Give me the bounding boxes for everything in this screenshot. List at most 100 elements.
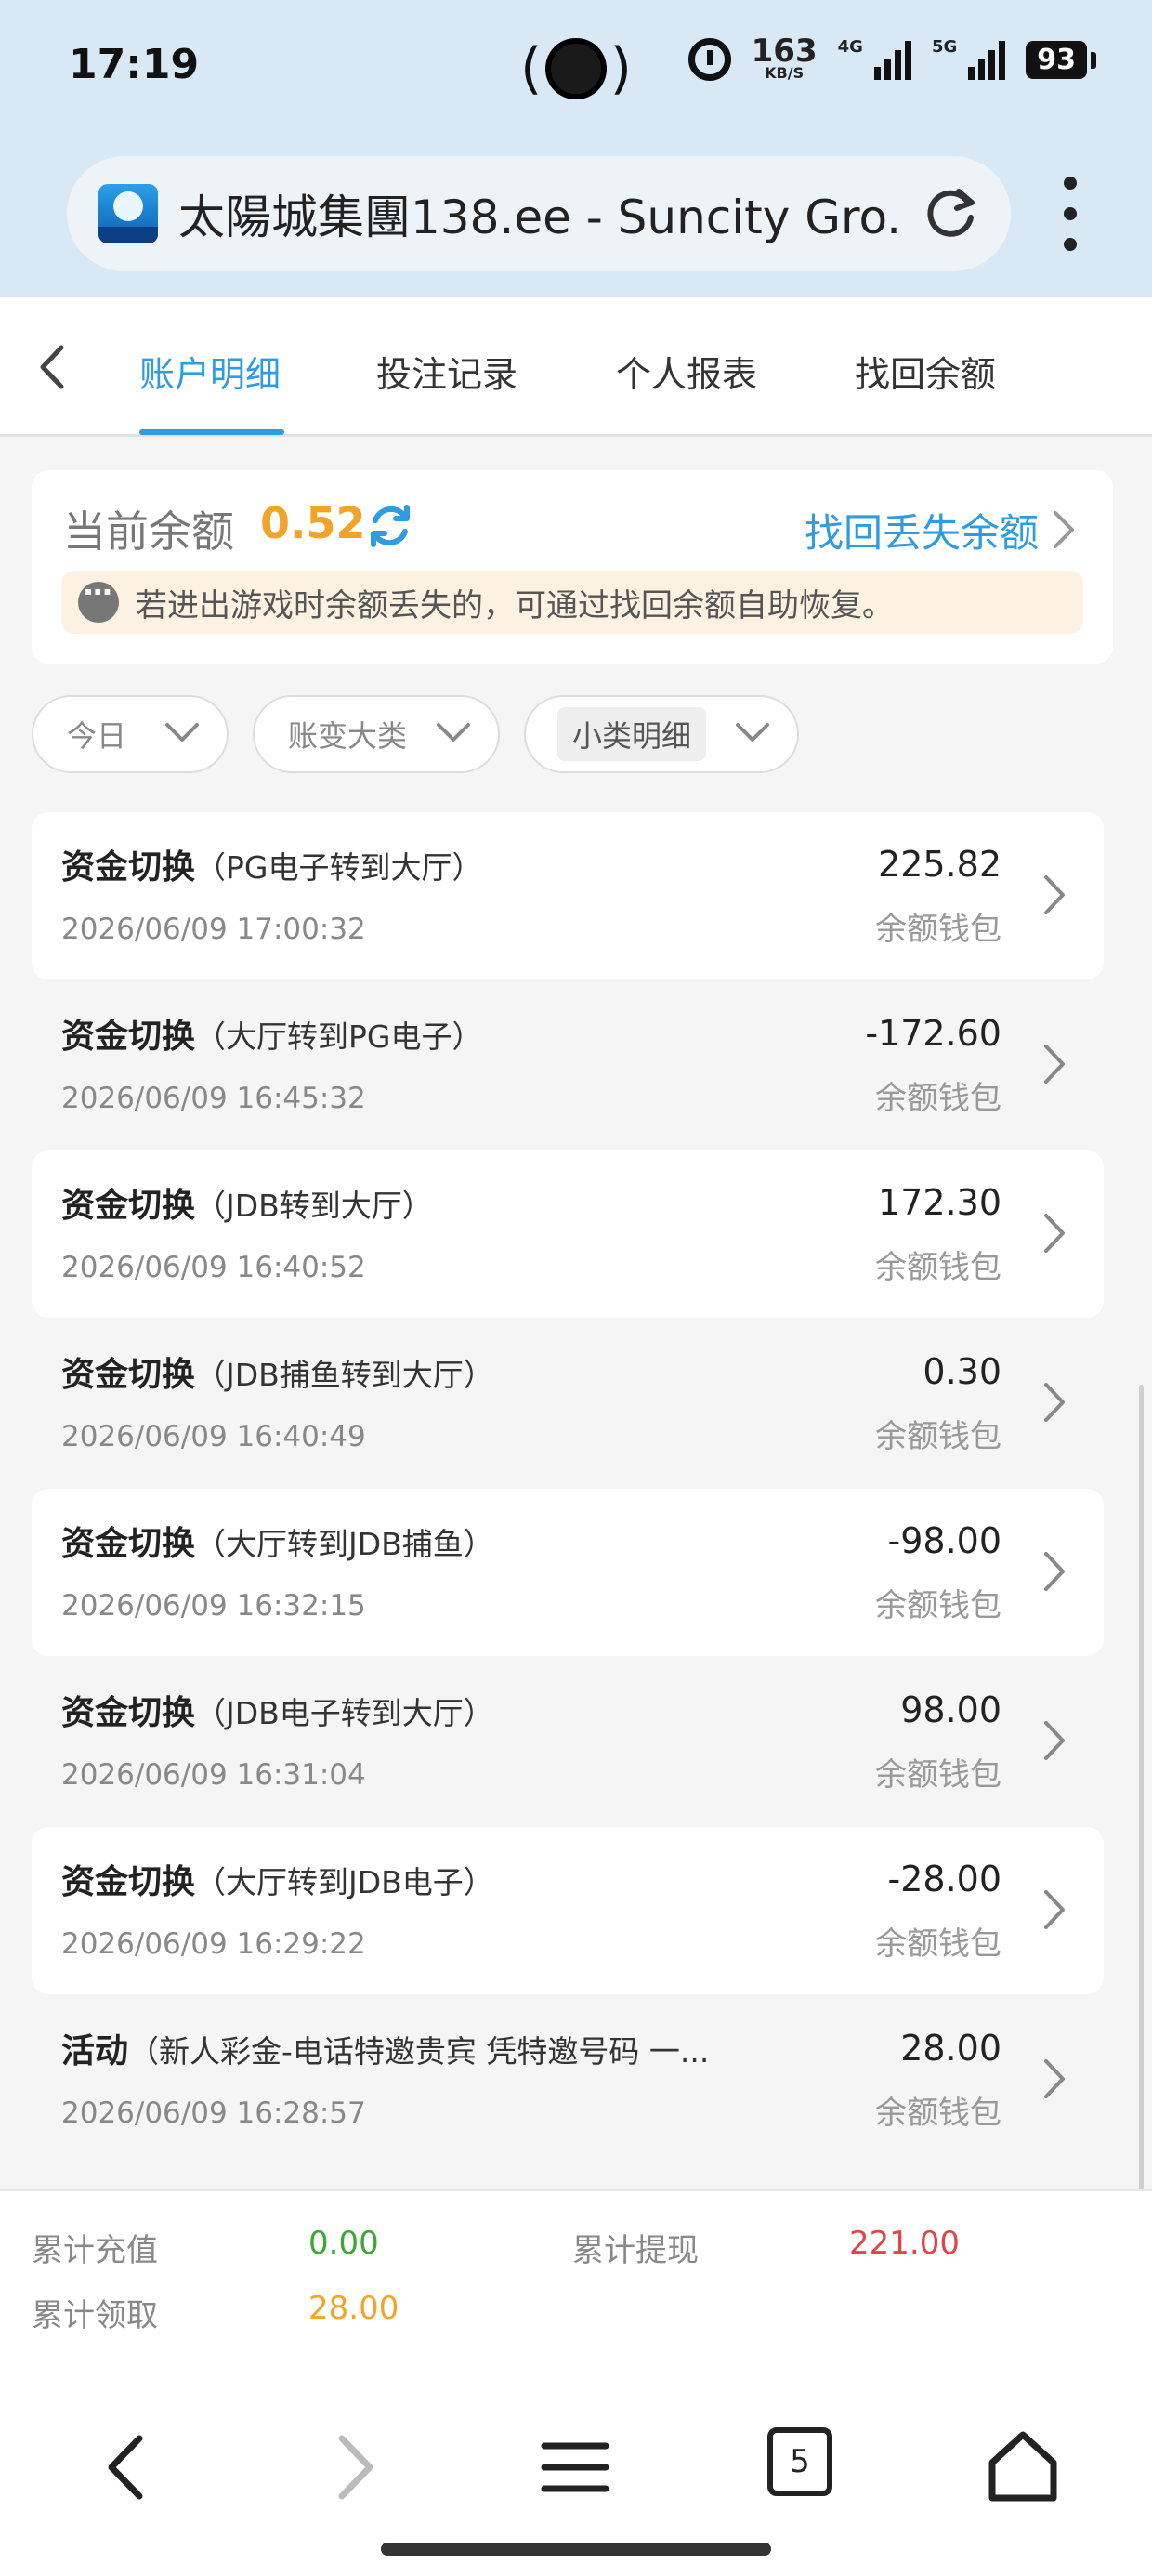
list-item[interactable]: 资金切换（大厅转到JDB电子） 2026/06/09 16:29:22 -28.00… — [32, 1827, 1104, 1994]
record-wallet: 余额钱包 — [875, 1080, 1001, 1117]
status-icons: 163 KB/S 4G 5G 93 — [687, 33, 1096, 82]
chevron-right-icon[interactable] — [1041, 1210, 1068, 1256]
record-time: 2026/06/09 17:00:32 — [61, 913, 366, 946]
record-wallet: 余额钱包 — [875, 911, 1001, 948]
record-type: 资金切换 — [61, 1694, 196, 1732]
filter-date[interactable]: 今日 — [32, 695, 229, 773]
chevron-right-icon[interactable] — [1050, 509, 1078, 550]
record-amount: -28.00 — [887, 1859, 1002, 1899]
status-time: 17:19 — [69, 41, 200, 88]
filter-subcategory[interactable]: 小类明细 — [524, 695, 799, 773]
record-detail: （大厅转到PG电子） — [195, 1019, 483, 1055]
chat-bubble-icon — [78, 574, 119, 623]
record-type: 资金切换 — [61, 1863, 196, 1901]
list-item[interactable]: 资金切换（大厅转到JDB捕鱼） 2026/06/09 16:32:15 -98.00… — [32, 1489, 1104, 1656]
list-item[interactable]: 资金切换（PG电子转到大厅） 2026/06/09 17:00:32 225.82 余… — [32, 812, 1104, 979]
record-detail: （JDB转到大厅） — [195, 1188, 433, 1224]
record-detail: （大厅转到JDB电子） — [195, 1864, 494, 1900]
refresh-balance-icon[interactable] — [364, 500, 416, 552]
chevron-down-icon — [437, 723, 470, 742]
record-amount: 172.30 — [878, 1182, 1001, 1223]
record-title: 资金切换（大厅转到JDB电子） — [61, 1855, 494, 1903]
record-time: 2026/06/09 16:28:57 — [61, 2096, 366, 2130]
tab-bar: 账户明细 投注记录 个人报表 找回余额 — [0, 297, 1152, 437]
home-indicator — [381, 2543, 771, 2556]
chevron-right-icon[interactable] — [1041, 1717, 1068, 1764]
record-wallet: 余额钱包 — [875, 1418, 1001, 1455]
network-speed-unit: KB/S — [765, 64, 805, 82]
network-speed-value: 163 — [751, 33, 818, 70]
chevron-right-icon[interactable] — [1041, 872, 1068, 918]
site-logo-icon — [98, 184, 158, 243]
notice-text: 若进出游戏时余额丢失的，可通过找回余额自助恢复。 — [136, 586, 894, 624]
record-title: 资金切换（大厅转到JDB捕鱼） — [61, 1517, 494, 1565]
back-icon[interactable] — [87, 2425, 171, 2509]
list-item[interactable]: 活动（新人彩金-电话特邀贵宾 凭特邀号码 一... 2026/06/09 16:2… — [32, 1996, 1104, 2163]
tab-recover-balance[interactable]: 找回余额 — [855, 346, 996, 397]
network-speed: 163 KB/S — [751, 33, 818, 82]
record-title: 资金切换（大厅转到PG电子） — [61, 1009, 483, 1058]
record-type: 资金切换 — [61, 1525, 196, 1563]
record-type: 资金切换 — [61, 848, 196, 887]
record-amount: 98.00 — [900, 1689, 1001, 1730]
menu-icon[interactable] — [533, 2425, 617, 2509]
balance-card: 当前余额 0.52 找回丢失余额 若进出游戏时余额丢失的，可通过找回余额自助恢复… — [32, 470, 1113, 664]
record-detail: （JDB电子转到大厅） — [195, 1695, 494, 1731]
list-item[interactable]: 资金切换（JDB转到大厅） 2026/06/09 16:40:52 172.30 余额… — [32, 1150, 1104, 1318]
record-title: 活动（新人彩金-电话特邀贵宾 凭特邀号码 一... — [61, 2024, 709, 2072]
total-recharge-value: 0.00 — [308, 2225, 379, 2262]
list-item[interactable]: 资金切换（大厅转到PG电子） 2026/06/09 16:45:32 -172.60… — [32, 981, 1104, 1149]
chevron-right-icon[interactable] — [1041, 2056, 1068, 2102]
record-type: 活动 — [61, 2032, 129, 2070]
forward-icon[interactable] — [310, 2425, 394, 2509]
balance-notice: 若进出游戏时余额丢失的，可通过找回余额自助恢复。 — [61, 571, 1083, 634]
record-title: 资金切换（JDB捕鱼转到大厅） — [61, 1347, 494, 1396]
list-item[interactable]: 资金切换（JDB电子转到大厅） 2026/06/09 16:31:04 98.00 余… — [32, 1658, 1104, 1825]
record-time: 2026/06/09 16:31:04 — [61, 1758, 366, 1792]
alarm-icon — [687, 38, 731, 81]
record-type: 资金切换 — [61, 1018, 196, 1056]
filter-subcategory-label: 小类明细 — [557, 707, 707, 761]
reload-icon[interactable] — [922, 184, 979, 242]
record-amount: 28.00 — [900, 2028, 1001, 2069]
more-menu-icon[interactable] — [1059, 177, 1081, 251]
balance-label: 当前余额 — [63, 506, 234, 557]
record-detail: （大厅转到JDB捕鱼） — [195, 1526, 494, 1562]
home-icon[interactable] — [981, 2425, 1065, 2509]
record-wallet: 余额钱包 — [875, 1249, 1001, 1286]
net-4g-label: 4G — [837, 37, 863, 57]
total-withdraw-value: 221.00 — [849, 2225, 960, 2262]
tab-bet-records[interactable]: 投注记录 — [376, 346, 517, 397]
list-item[interactable]: 资金切换（JDB捕鱼转到大厅） 2026/06/09 16:40:49 0.30 余额… — [32, 1320, 1104, 1487]
chevron-down-icon — [165, 723, 199, 742]
browser-bottom-nav: 5 — [0, 2375, 1152, 2576]
browser-chrome: 17:19 () 163 KB/S 4G 5G 93 太陽城集團138.ee -… — [0, 0, 1152, 297]
chevron-right-icon[interactable] — [1041, 1886, 1068, 1933]
filter-category[interactable]: 账变大类 — [253, 695, 500, 773]
record-amount: 0.30 — [923, 1351, 1001, 1392]
total-recharge-label: 累计充值 — [32, 2232, 158, 2269]
tabs-count-button[interactable]: 5 — [767, 2427, 832, 2496]
record-amount: -98.00 — [887, 1520, 1002, 1561]
record-title: 资金切换（JDB电子转到大厅） — [61, 1686, 494, 1734]
signal-4g-icon — [873, 39, 911, 80]
recover-lost-balance-link[interactable]: 找回丢失余额 — [805, 502, 1039, 559]
record-title: 资金切换（PG电子转到大厅） — [61, 840, 483, 888]
address-bar[interactable]: 太陽城集團138.ee - Suncity Gro... — [67, 156, 1011, 271]
chevron-right-icon[interactable] — [1041, 1548, 1068, 1595]
scrollbar[interactable] — [1139, 1385, 1144, 2193]
tab-account-details[interactable]: 账户明细 — [139, 346, 281, 397]
back-arrow-icon[interactable] — [32, 342, 78, 392]
tab-personal-report[interactable]: 个人报表 — [616, 346, 757, 397]
signal-5g-icon — [968, 39, 1006, 80]
record-time: 2026/06/09 16:29:22 — [61, 1927, 366, 1961]
page-title[interactable]: 太陽城集團138.ee - Suncity Gro... — [178, 180, 903, 247]
battery-icon: 93 — [1026, 40, 1096, 79]
net-5g-label: 5G — [931, 37, 958, 57]
chevron-right-icon[interactable] — [1041, 1379, 1068, 1426]
totals-panel: 累计充值 0.00 累计提现 221.00 累计领取 28.00 — [0, 2189, 1152, 2375]
chevron-right-icon[interactable] — [1041, 1041, 1068, 1087]
record-amount: 225.82 — [878, 844, 1001, 885]
record-time: 2026/06/09 16:40:49 — [61, 1420, 366, 1453]
total-claim-label: 累计领取 — [32, 2297, 158, 2334]
